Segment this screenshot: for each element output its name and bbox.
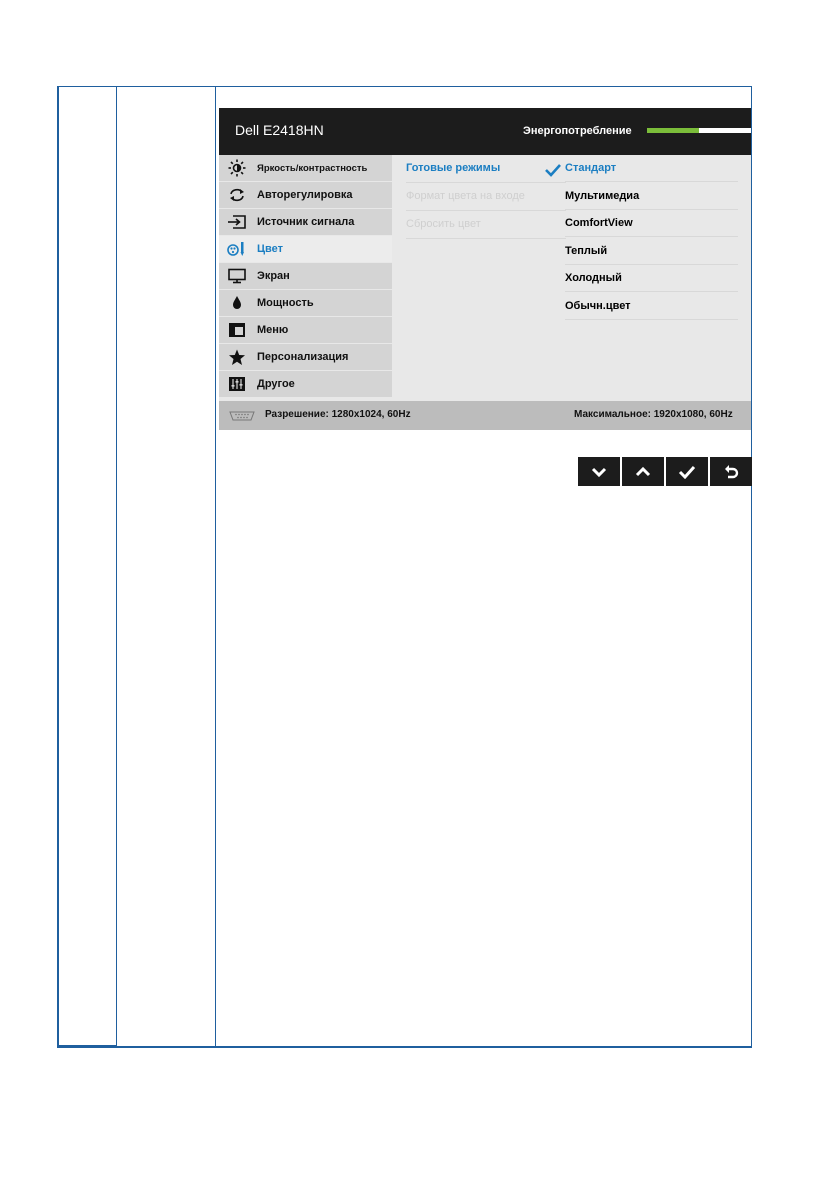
option-comfortview[interactable]: ComfortView [565,210,738,237]
submenu-reset-color[interactable]: Сбросить цвет [406,211,566,239]
frame-accent [57,1045,117,1048]
osd-footer: Разрешение: 1280x1024, 60Hz Максимальное… [219,401,751,430]
menu-icon [227,321,247,339]
menu-item-brightness[interactable]: Яркость/контрастность [219,155,392,181]
max-resolution: Максимальное: 1920x1080, 60Hz [574,409,733,420]
others-icon [227,375,247,393]
menu-item-personalize[interactable]: Персонализация [219,344,392,370]
menu-item-power[interactable]: Мощность [219,290,392,316]
power-icon [227,294,247,312]
column-divider [215,86,216,1048]
energy-meter [647,128,751,133]
check-icon [678,465,696,479]
monitor-model: Dell E2418HN [235,122,324,138]
color-icon [227,240,247,258]
energy-label: Энергопотребление [523,125,632,137]
chevron-up-icon [635,466,651,476]
menu-item-label: Источник сигнала [257,216,355,228]
menu-item-label: Другое [257,378,295,390]
menu-item-input-source[interactable]: Источник сигнала [219,209,392,235]
menu-item-label: Авторегулировка [257,189,353,201]
menu-item-menu[interactable]: Меню [219,317,392,343]
menu-item-others[interactable]: Другое [219,371,392,397]
menu-item-label: Персонализация [257,351,349,363]
menu-item-label: Меню [257,324,289,336]
chevron-down-icon [591,467,607,477]
input-source-icon [227,213,247,231]
star-icon [227,348,247,366]
option-standard[interactable]: Стандарт [565,155,738,182]
osd-menu: Dell E2418HN Энергопотребление Яркость/к… [219,108,751,430]
back-button[interactable] [710,457,752,486]
auto-adjust-icon [227,186,247,204]
submenu-input-color-format[interactable]: Формат цвета на входе [406,183,566,211]
menu-item-label: Экран [257,270,290,282]
down-button[interactable] [578,457,620,486]
menu-item-label: Яркость/контрастность [257,162,368,174]
menu-item-auto-adjust[interactable]: Авторегулировка [219,182,392,208]
menu-item-label: Цвет [257,243,284,255]
display-icon [227,267,247,285]
vga-connector-icon [229,411,255,421]
current-resolution: Разрешение: 1280x1024, 60Hz [265,409,411,420]
osd-button-bar [578,457,752,486]
back-icon [725,464,739,478]
option-cool[interactable]: Холодный [565,265,738,292]
menu-item-display[interactable]: Экран [219,263,392,289]
option-multimedia[interactable]: Мультимедиа [565,183,738,210]
main-menu: Яркость/контрастность Авторегулировка Ис… [219,155,392,401]
confirm-button[interactable] [666,457,708,486]
menu-item-color[interactable]: Цвет [219,236,392,262]
submenu-preset-modes[interactable]: Готовые режимы [406,155,566,183]
menu-item-label: Мощность [257,297,314,309]
brightness-icon [227,159,247,177]
option-custom-color[interactable]: Обычн.цвет [565,293,738,320]
osd-header: Dell E2418HN Энергопотребление [219,108,751,155]
column-divider [116,86,117,1048]
selected-check-icon [545,164,561,177]
option-warm[interactable]: Теплый [565,238,738,265]
up-button[interactable] [622,457,664,486]
energy-meter-fill [647,128,699,133]
